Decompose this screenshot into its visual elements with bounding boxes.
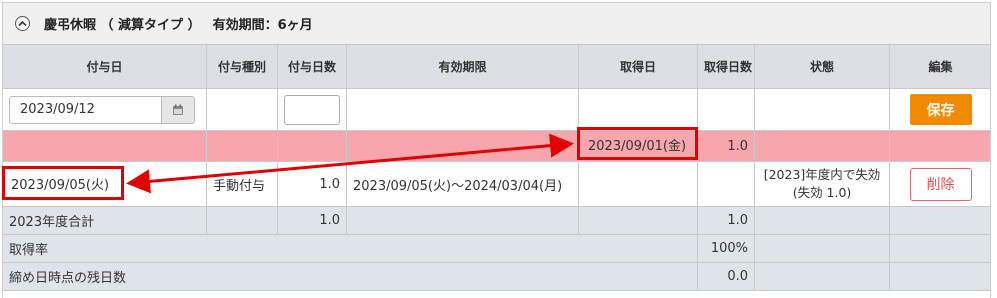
calendar-button[interactable]: [161, 95, 195, 124]
grant-type: 手動付与: [206, 161, 278, 207]
year-total-row: 2023年度合計 1.0 1.0: [3, 206, 990, 235]
grant-row: 手動付与 1.0 2023/09/05(火)～2024/03/04(月) [20…: [3, 161, 990, 207]
rate-label: 取得率: [3, 234, 698, 263]
col-grant-days: 付与日数: [277, 44, 347, 89]
col-status: 状態: [754, 44, 890, 89]
validity-period: 2023/09/05(火)～2024/03/04(月): [346, 161, 579, 207]
collapse-toggle[interactable]: [15, 16, 30, 31]
grant-days-input[interactable]: [284, 94, 340, 125]
acquired-date: 2023/09/01(金): [588, 139, 687, 154]
col-grant-date: 付与日: [3, 44, 207, 89]
col-acquired-date: 取得日: [578, 44, 698, 89]
status-expired-text: (失効 1.0): [792, 185, 852, 200]
grant-date-input[interactable]: [9, 95, 161, 124]
col-acquired-days: 取得日数: [697, 44, 755, 89]
remaining-label: 締め日時点の残日数: [3, 262, 698, 291]
rate-row: 取得率 100%: [3, 234, 990, 263]
year-total-acquired: 1.0: [697, 206, 755, 235]
col-grant-type: 付与種別: [206, 44, 278, 89]
input-row: 保存: [3, 88, 990, 131]
panel-header: 慶弔休暇 （ 減算タイプ ） 有効期間：6ヶ月: [3, 3, 990, 45]
save-button[interactable]: 保存: [909, 94, 972, 125]
grant-date: 2023/09/05(火): [11, 178, 110, 193]
validity-label: 有効期間：6ヶ月: [212, 18, 313, 33]
leave-panel: 慶弔休暇 （ 減算タイプ ） 有効期間：6ヶ月 付与日 付与種別 付与日数 有効…: [2, 2, 991, 298]
delete-button[interactable]: 削除: [909, 167, 972, 201]
chevron-up-icon: [18, 20, 27, 27]
col-validity-period: 有効期限: [346, 44, 579, 89]
section-title: 慶弔休暇 （ 減算タイプ ）: [44, 18, 201, 33]
year-total-label: 2023年度合計: [3, 206, 207, 235]
grant-date-picker: [9, 95, 200, 124]
grant-days: 1.0: [277, 161, 347, 207]
acquired-days: 1.0: [697, 130, 755, 162]
remaining-value: 0.0: [697, 262, 755, 291]
calendar-icon: [173, 104, 183, 115]
table-header: 付与日 付与種別 付与日数 有効期限 取得日 取得日数 状態 編集: [3, 44, 990, 89]
status-cell: [2023]年度内で失効 (失効 1.0): [754, 161, 890, 207]
rate-value: 100%: [697, 234, 755, 263]
col-edit: 編集: [889, 44, 990, 89]
status-text: [2023]年度内で失効: [763, 167, 881, 182]
leave-table: 付与日 付与種別 付与日数 有効期限 取得日 取得日数 状態 編集 2023/0…: [3, 44, 990, 291]
acquisition-row: 1.0: [3, 130, 990, 162]
remaining-row: 締め日時点の残日数 0.0: [3, 262, 990, 291]
year-total-grant: 1.0: [277, 206, 347, 235]
